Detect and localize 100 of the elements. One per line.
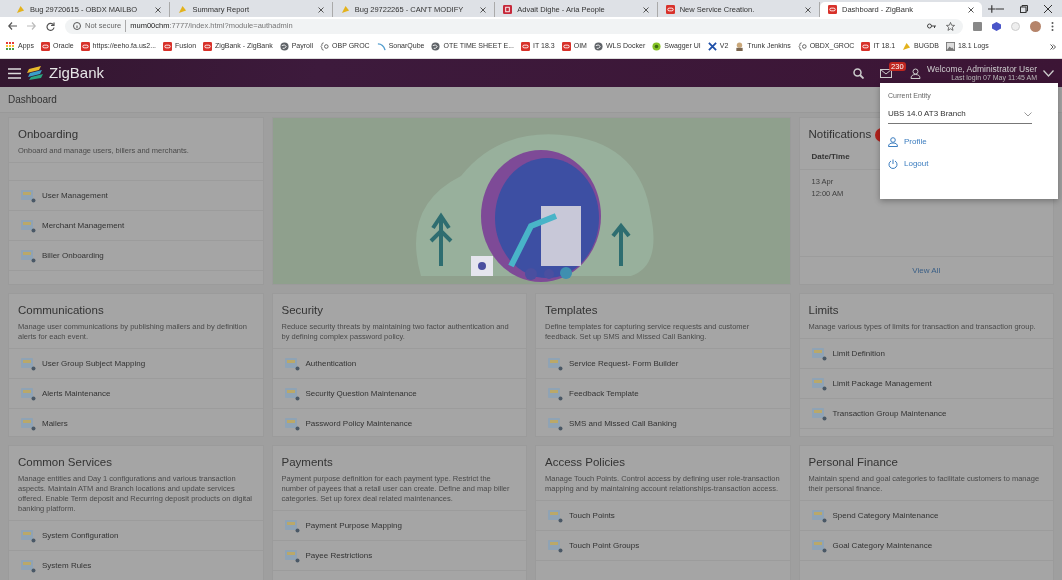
back-icon[interactable] <box>8 22 17 30</box>
module-link[interactable]: Limit Package Management <box>799 369 1053 400</box>
module-link[interactable]: Service Request- Form Builder <box>536 349 790 380</box>
mail-icon[interactable] <box>880 68 893 78</box>
round-logo-icon <box>652 42 662 51</box>
card-title: Access Policies <box>545 455 626 470</box>
close-icon[interactable] <box>968 6 975 13</box>
module-link[interactable]: Feedback Template <box>536 379 790 410</box>
tile-icon <box>20 386 36 402</box>
tile-icon <box>20 188 36 204</box>
hexagon-icon[interactable] <box>992 21 1001 31</box>
more-icon[interactable] <box>1051 21 1054 31</box>
close-icon[interactable] <box>642 6 649 13</box>
card-title: Security <box>281 303 325 318</box>
image-icon <box>946 42 955 51</box>
tile-icon <box>20 558 36 574</box>
menu-item[interactable]: Logout <box>888 157 1050 170</box>
tile-icon <box>547 508 563 524</box>
grid-icon <box>6 42 15 51</box>
module-link[interactable]: Security Question Maintenance <box>272 379 526 410</box>
tile-icon <box>547 386 563 402</box>
tile-icon <box>20 356 36 372</box>
close-icon[interactable] <box>155 6 162 13</box>
square-logo-icon <box>203 42 213 51</box>
flag-icon <box>178 5 188 14</box>
extension-icon[interactable] <box>973 21 982 31</box>
tile-icon <box>20 528 36 544</box>
user-icon <box>910 67 922 79</box>
page-title: Dashboard <box>8 93 57 107</box>
search-icon[interactable] <box>853 67 865 79</box>
tile-icon <box>810 346 827 362</box>
module-link[interactable]: Mailers <box>9 409 263 436</box>
flag-icon <box>340 5 350 14</box>
restore-icon[interactable] <box>1020 4 1028 13</box>
tile-icon <box>20 218 36 234</box>
tile-icon <box>283 386 300 402</box>
module-link[interactable]: Touch Points <box>536 501 790 532</box>
flag-icon <box>902 42 912 51</box>
brace-icon <box>797 42 807 51</box>
overflow-icon[interactable] <box>1050 43 1056 50</box>
tile-icon <box>283 548 300 564</box>
module-link[interactable]: System Configuration <box>9 521 263 552</box>
tile-icon <box>547 356 563 372</box>
close-icon[interactable] <box>480 6 487 13</box>
module-link[interactable]: Authentication <box>272 349 526 380</box>
globe-icon <box>431 42 441 51</box>
module-link[interactable]: Payment Purpose Mapping <box>272 511 526 542</box>
square-logo-icon <box>561 42 571 51</box>
person-icon <box>735 42 745 51</box>
square-logo-icon <box>40 42 50 51</box>
tile-icon <box>283 416 300 432</box>
avatar-icon[interactable] <box>1030 20 1041 32</box>
square-logo-icon <box>163 42 173 51</box>
module-link[interactable]: Alerts Maintenance <box>9 379 263 410</box>
square-logo-icon <box>665 5 675 14</box>
module-link[interactable]: Password Policy Maintenance <box>272 409 526 436</box>
chevron-down-icon[interactable] <box>1043 69 1054 77</box>
star-icon[interactable] <box>946 21 955 31</box>
close-icon[interactable] <box>1044 4 1052 13</box>
card-title: Notifications <box>808 127 872 142</box>
flag-icon <box>16 5 25 14</box>
card-title: Onboarding <box>18 127 80 142</box>
square-logo-icon <box>521 42 530 51</box>
tile-icon <box>810 538 827 554</box>
plus-icon[interactable] <box>988 5 996 13</box>
key-icon[interactable] <box>927 22 936 30</box>
close-icon[interactable] <box>317 6 324 13</box>
module-link[interactable]: Spend Category Maintenance <box>799 501 1053 532</box>
module-link[interactable]: Biller Onboarding <box>9 241 263 272</box>
card-title: Communications <box>18 303 105 318</box>
tile-icon <box>283 356 300 372</box>
cross-icon <box>707 42 717 51</box>
module-link[interactable]: Limit Definition <box>799 339 1053 370</box>
tile-icon <box>547 538 563 554</box>
info-icon <box>73 22 81 30</box>
module-link[interactable]: Payee Restrictions <box>272 541 526 572</box>
welcome-text[interactable]: Welcome, Administrator User <box>927 65 1037 74</box>
module-link[interactable]: Touch Point Groups <box>536 531 790 562</box>
tile-icon <box>810 376 827 392</box>
reload-icon[interactable] <box>46 21 55 31</box>
module-link[interactable]: Goal Category Maintenance <box>799 531 1053 562</box>
module-link[interactable]: Merchant Management <box>9 211 263 242</box>
close-icon[interactable] <box>805 6 812 13</box>
card-title: Common Services <box>18 455 113 470</box>
module-link[interactable]: User Management <box>9 181 263 212</box>
tile-icon <box>547 416 563 432</box>
tile-icon <box>283 518 300 534</box>
square-logo-icon <box>80 42 90 51</box>
module-link[interactable]: User Group Subject Mapping <box>9 349 263 380</box>
power-icon <box>888 158 898 169</box>
module-link[interactable]: SMS and Missed Call Banking <box>536 409 790 436</box>
square-logo-icon <box>503 5 513 14</box>
menu-icon[interactable] <box>8 67 21 79</box>
brand-name: ZigBank <box>49 62 105 83</box>
card-title: Personal Finance <box>808 455 899 470</box>
module-link[interactable]: System Rules <box>9 551 263 580</box>
module-link[interactable]: Transaction Group Maintenance <box>799 399 1053 430</box>
tile-icon <box>810 406 827 422</box>
square-logo-icon <box>861 42 871 51</box>
entity-select[interactable]: UBS 14.0 AT3 Branch <box>888 105 1032 124</box>
